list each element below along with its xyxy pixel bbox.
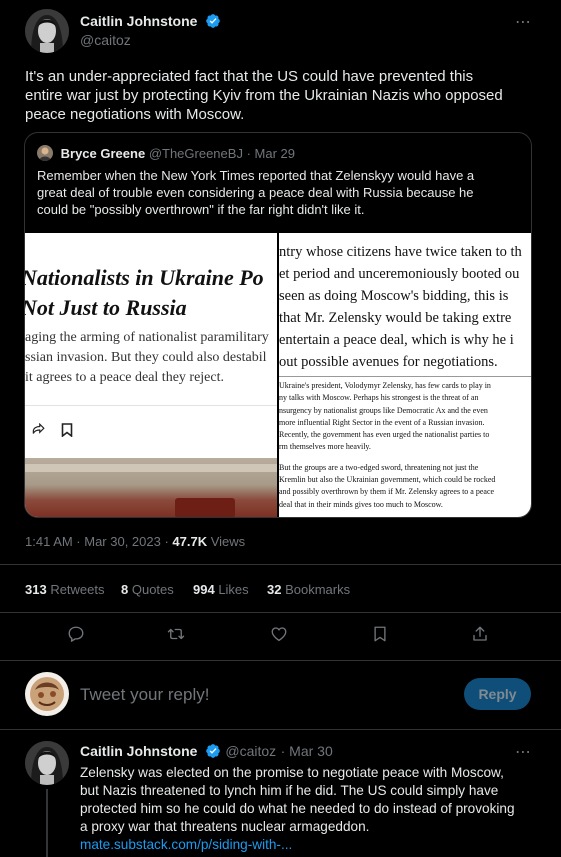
clipping-line: Recently, the government has even urged … <box>279 430 490 440</box>
share-icon[interactable] <box>471 625 489 648</box>
quote-media-right[interactable]: ntry whose citizens have twice taken to … <box>279 233 531 517</box>
tweet-text-line: entire war just by protecting Kyiv from … <box>25 87 503 104</box>
quote-author-handle: @TheGreeneBJ <box>148 146 243 161</box>
article-excerpt: ntry whose citizens have twice taken to … <box>279 241 522 373</box>
article-line: entertain a peace deal, which is why he … <box>279 332 514 348</box>
user-avatar[interactable] <box>25 672 69 716</box>
clipping-line: and possibly overthrown by them if Mr. Z… <box>279 487 495 497</box>
clipping-line: But the groups are a two-edged sword, th… <box>279 462 479 472</box>
clipping-line: rm themselves more heavily. <box>279 442 371 452</box>
article-line: ntry whose citizens have twice taken to … <box>279 244 522 260</box>
likes-count: 994 <box>193 582 215 597</box>
article-photo <box>25 458 277 517</box>
author-name[interactable]: Caitlin Johnstone <box>80 13 197 29</box>
article-line: out possible avenues for negotiations. <box>279 354 498 370</box>
article-divider <box>25 405 277 406</box>
quote-text-line: could be "possibly overthrown" if the fa… <box>37 202 365 217</box>
tweet-text: It's an under-appreciated fact that the … <box>25 67 545 124</box>
share-arrow-icon <box>31 422 45 442</box>
reply-author-name[interactable]: Caitlin Johnstone <box>80 743 197 759</box>
article-line: seen as doing Moscow's bidding, this is <box>279 288 509 304</box>
quote-header: Bryce Greene @TheGreeneBJ · Mar 29 <box>37 145 295 162</box>
reply-header: Caitlin Johnstone @caitoz · Mar 30 <box>80 743 333 761</box>
clipping-line: nsurgency by nationalist groups like Dem… <box>279 405 488 415</box>
retweets-stat[interactable]: 313 Retweets <box>25 582 105 597</box>
clipping-line: more influential Right Sector in the eve… <box>279 417 485 427</box>
tweet-text-line: It's an under-appreciated fact that the … <box>25 68 474 85</box>
clipping-divider <box>279 376 531 377</box>
article-clipping: Ukraine's president, Volodymyr Zelensky,… <box>279 380 495 511</box>
reply-text: Zelensky was elected on the promise to n… <box>80 764 550 854</box>
reply-button[interactable]: Reply <box>464 678 531 710</box>
verified-badge-icon <box>206 744 220 758</box>
divider <box>0 612 561 613</box>
author-avatar[interactable] <box>25 9 69 53</box>
clipping-line: Kremlin but also the Ukrainian governmen… <box>279 475 496 485</box>
tweet-meta: 1:41 AM · Mar 30, 2023 · 47.7K Views <box>25 534 245 549</box>
article-headline: Nationalists in Ukraine Po <box>25 265 264 290</box>
clipping-line <box>279 454 495 462</box>
article-summary: ssian invasion. But they could also dest… <box>25 350 267 365</box>
quote-text: Remember when the New York Times reporte… <box>37 167 527 218</box>
article-line: et period and unceremoniously booted ou <box>279 266 520 282</box>
reply-text-line: but Nazis threatened to lynch him if he … <box>80 783 499 798</box>
divider <box>0 729 561 730</box>
article-line: that Mr. Zelensky would be taking extre <box>279 310 512 326</box>
reply-icon[interactable] <box>67 625 85 648</box>
reply-author-avatar[interactable] <box>25 741 69 785</box>
reply-input[interactable]: Tweet your reply! <box>80 685 209 705</box>
like-icon[interactable] <box>270 625 288 648</box>
quote-avatar <box>37 145 53 161</box>
retweets-label: Retweets <box>46 582 105 597</box>
bookmarks-stat[interactable]: 32 Bookmarks <box>267 582 350 597</box>
bookmark-icon[interactable] <box>371 625 389 648</box>
reply-text-line: a proxy war that threatens nuclear armag… <box>80 819 370 834</box>
author-name-row: Caitlin Johnstone <box>80 13 221 31</box>
reply-text-line: Zelensky was elected on the promise to n… <box>80 765 504 780</box>
thread-line <box>46 789 48 857</box>
more-icon[interactable]: ⋯ <box>515 12 532 32</box>
author-handle[interactable]: @caitoz <box>80 32 131 48</box>
clipping-line: ny talks with Moscow. Perhaps his strong… <box>279 393 479 403</box>
bookmarks-label: Bookmarks <box>281 582 351 597</box>
views-label: Views <box>207 534 246 549</box>
retweet-icon[interactable] <box>167 625 185 648</box>
tweet-text-line: peace negotiations with Moscow. <box>25 106 245 123</box>
views-count: 47.7K <box>172 534 208 549</box>
reply-link[interactable]: mate.substack.com/p/siding-with-... <box>80 836 550 854</box>
clipping-line: deal that in their minds gives too much … <box>279 499 443 509</box>
verified-badge-icon <box>206 14 220 28</box>
quotes-stat[interactable]: 8 Quotes <box>121 582 174 597</box>
divider <box>0 660 561 661</box>
likes-label: Likes <box>214 582 249 597</box>
quote-tweet-card[interactable]: Bryce Greene @TheGreeneBJ · Mar 29 Remem… <box>24 132 532 518</box>
article-summary: it agrees to a peace deal they reject. <box>25 370 224 385</box>
quote-text-line: great deal of trouble even considering a… <box>37 185 474 200</box>
article-summary: aging the arming of nationalist paramili… <box>25 330 269 345</box>
quote-author-name: Bryce Greene <box>60 146 146 161</box>
article-headline: Not Just to Russia <box>25 295 187 320</box>
quote-date: · Mar 29 <box>246 146 295 161</box>
reply-date[interactable]: · Mar 30 <box>281 743 333 759</box>
reply-text-line: protected him so he could do what he nee… <box>80 801 515 816</box>
tweet-timestamp[interactable]: 1:41 AM · Mar 30, 2023 · <box>25 534 172 549</box>
reply-author-handle[interactable]: @caitoz <box>225 743 276 759</box>
retweets-count: 313 <box>25 582 47 597</box>
quote-media-left[interactable]: Nationalists in Ukraine Po Not Just to R… <box>25 233 277 517</box>
bookmark-small-icon <box>61 423 73 442</box>
likes-stat[interactable]: 994 Likes <box>193 582 249 597</box>
quote-text-line: Remember when the New York Times reporte… <box>37 168 475 183</box>
quotes-label: Quotes <box>128 582 174 597</box>
more-icon[interactable]: ⋯ <box>515 742 532 762</box>
clipping-line: Ukraine's president, Volodymyr Zelensky,… <box>279 381 491 390</box>
bookmarks-count: 32 <box>267 582 282 597</box>
divider <box>0 564 561 565</box>
